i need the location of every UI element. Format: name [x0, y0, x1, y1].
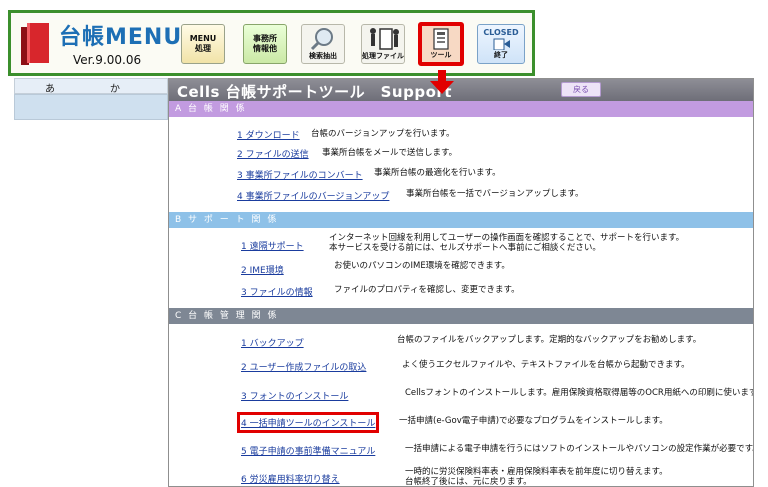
- list-item: 1 バックアップ 台帳のファイルをバックアップします。定期的なバックアップをお勧…: [169, 330, 753, 356]
- column-a-header: あ: [45, 84, 55, 95]
- send-file-desc: 事業所台帳をメールで送信します。: [322, 148, 458, 158]
- ime-env-link[interactable]: 2 IME環境: [241, 263, 284, 276]
- sheet-column-header: あ か: [14, 78, 168, 95]
- list-item: 2 ユーザー作成ファイルの取込 よく使うエクセルファイルや、テキストファイルを台…: [169, 356, 753, 383]
- exit-door-icon: [493, 38, 510, 50]
- support-title: Cells 台帳サポートツール Support: [177, 83, 452, 101]
- remote-support-link[interactable]: 1 遠隔サポート: [241, 239, 304, 252]
- list-item: 1 ダウンロード 台帳のバージョンアップを行います。: [169, 123, 753, 145]
- process-file-button[interactable]: 処理ファイル: [361, 24, 405, 64]
- version-up-desc: 事業所台帳を一括でバージョンアップします。: [406, 189, 584, 199]
- support-tool-window: Cells 台帳サポートツール Support 戻る A 台 帳 関 係 1 ダ…: [168, 78, 754, 487]
- section-b-header: B サ ポ ー ト 関 係: [169, 212, 753, 228]
- list-item: 1 遠隔サポート インターネット回線を利用してユーザーの操作画面を確認することで…: [169, 232, 753, 258]
- remote-support-desc: インターネット回線を利用してユーザーの操作画面を確認することで、サポートを行いま…: [329, 233, 685, 243]
- office-info-button[interactable]: 事務所 情報他: [243, 24, 287, 64]
- column-ka-header: か: [110, 84, 120, 95]
- list-item: 2 ファイルの送信 事業所台帳をメールで送信します。: [169, 145, 753, 167]
- user-file-import-desc: よく使うエクセルファイルや、テキストファイルを台帳から起動できます。: [402, 360, 690, 370]
- font-install-desc: Cellsフォントのインストールします。雇用保険資格取得届等のOCR用紙への印刷…: [405, 388, 754, 398]
- tools-button[interactable]: ツール: [418, 22, 464, 66]
- bulk-apply-tool-install-link[interactable]: 4 一括申請ツールのインストール: [236, 412, 380, 433]
- back-button[interactable]: 戻る: [561, 82, 601, 97]
- list-item: 5 電子申請の事前準備マニュアル 一括申請による電子申請を行うにはソフトのインス…: [169, 438, 753, 466]
- file-info-desc: ファイルのプロパティを確認し、変更できます。: [334, 285, 520, 295]
- send-file-link[interactable]: 2 ファイルの送信: [237, 147, 309, 160]
- exit-label: 終了: [494, 51, 508, 59]
- tools-label: ツール: [430, 51, 452, 59]
- list-item: 3 ファイルの情報 ファイルのプロパティを確認し、変更できます。: [169, 280, 753, 302]
- section-a-header: A 台 帳 関 係: [169, 101, 753, 117]
- e-application-manual-link[interactable]: 5 電子申請の事前準備マニュアル: [241, 444, 375, 457]
- user-file-import-link[interactable]: 2 ユーザー作成ファイルの取込: [241, 360, 366, 373]
- download-link[interactable]: 1 ダウンロード: [237, 128, 300, 141]
- list-item: 2 IME環境 お使いのパソコンのIME環境を確認できます。: [169, 258, 753, 280]
- list-item: 3 フォントのインストール Cellsフォントのインストールします。雇用保険資格…: [169, 383, 753, 410]
- rate-switch-link[interactable]: 6 労災雇用料率切り替え: [241, 472, 340, 485]
- app-title: 台帳MENU: [59, 25, 183, 50]
- down-arrow-icon: [430, 70, 454, 94]
- sheet-cells: [14, 94, 168, 120]
- menu-bar: 台帳MENU Ver.9.00.06 MENU 処理 事務所 情報他 検索抽出 …: [8, 10, 535, 76]
- remote-support-desc2: 本サービスを受ける前には、セルズサポートへ事前にご相談ください。: [329, 243, 601, 253]
- file-info-link[interactable]: 3 ファイルの情報: [241, 285, 313, 298]
- process-file-label: 処理ファイル: [362, 52, 404, 60]
- menu-process-button[interactable]: MENU 処理: [181, 24, 225, 64]
- convert-link[interactable]: 3 事業所ファイルのコンバート: [237, 168, 363, 181]
- version-up-link[interactable]: 4 事業所ファイルのバージョンアップ: [237, 189, 389, 202]
- closed-exit-button[interactable]: CLOSED 終了: [477, 24, 525, 64]
- backup-desc: 台帳のファイルをバックアップします。定期的なバックアップをお勧めします。: [397, 335, 702, 345]
- font-install-link[interactable]: 3 フォントのインストール: [241, 389, 348, 402]
- magnifier-icon: [310, 28, 333, 51]
- support-title-bar: Cells 台帳サポートツール Support 戻る: [169, 79, 753, 101]
- rate-switch-desc: 一時的に労災保険料率表・雇用保険料率表を前年度に切り替えます。: [405, 467, 668, 477]
- ime-env-desc: お使いのパソコンのIME環境を確認できます。: [334, 261, 510, 271]
- backup-link[interactable]: 1 バックアップ: [241, 336, 304, 349]
- tools-document-icon: [433, 28, 449, 50]
- list-item: 4 一括申請ツールのインストール 一括申請(e-Gov電子申請)で必要なプログラ…: [169, 410, 753, 438]
- ledger-book-icon: [21, 23, 49, 65]
- section-c-header: C 台 帳 管 理 関 係: [169, 308, 753, 324]
- closed-label: CLOSED: [483, 28, 519, 37]
- download-desc: 台帳のバージョンアップを行います。: [311, 129, 455, 139]
- list-item: 4 事業所ファイルのバージョンアップ 事業所台帳を一括でバージョンアップします。: [169, 189, 753, 211]
- e-application-manual-desc: 一括申請による電子申請を行うにはソフトのインストールやパソコンの設定作業が必要で…: [405, 444, 754, 454]
- rate-switch-desc2: 台帳終了後には、元に戻ります。: [405, 477, 532, 487]
- app-version: Ver.9.00.06: [73, 53, 142, 67]
- search-extract-button[interactable]: 検索抽出: [301, 24, 345, 64]
- list-item: 6 労災雇用料率切り替え 一時的に労災保険料率表・雇用保険料率表を前年度に切り替…: [169, 466, 753, 487]
- bulk-apply-tool-install-desc: 一括申請(e-Gov電子申請)で必要なプログラムをインストールします。: [399, 416, 668, 426]
- search-extract-label: 検索抽出: [309, 52, 337, 60]
- list-item: 3 事業所ファイルのコンバート 事業所台帳の最適化を行います。: [169, 167, 753, 189]
- people-door-icon: [370, 28, 399, 50]
- convert-desc: 事業所台帳の最適化を行います。: [374, 168, 501, 178]
